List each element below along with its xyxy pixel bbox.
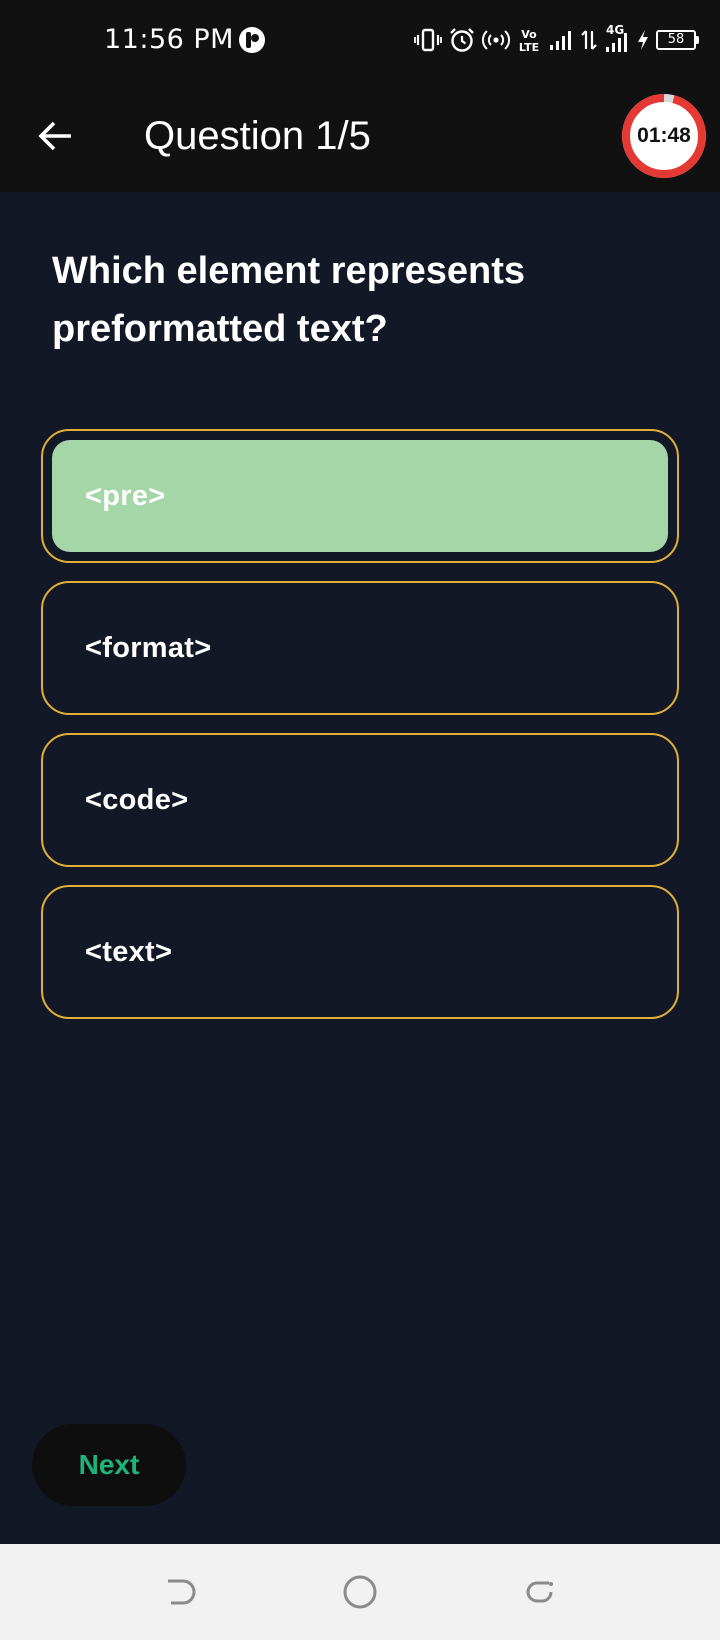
nav-home-button[interactable] <box>332 1564 388 1620</box>
svg-text:LTE: LTE <box>519 41 539 53</box>
answer-option-fill: <text> <box>52 896 668 1008</box>
volte-icon: Vo LTE <box>517 27 541 53</box>
back-button[interactable] <box>30 110 82 162</box>
question-progress-title: Question 1/5 <box>144 114 371 158</box>
answer-option[interactable]: <code> <box>41 733 679 867</box>
answer-option-label: <code> <box>85 783 189 816</box>
app-notification-icon <box>238 26 266 54</box>
nav-back-icon <box>168 1579 196 1605</box>
question-text: Which element represents preformatted te… <box>52 250 526 350</box>
timer-text: 01:48 <box>637 124 691 147</box>
answer-option[interactable]: <format> <box>41 581 679 715</box>
vibrate-icon <box>414 27 442 53</box>
data-transfer-icon <box>581 28 597 52</box>
status-bar: 11:56 PM Vo LTE 4G 58 <box>0 0 720 80</box>
nav-recents-icon <box>526 1581 553 1603</box>
status-time: 11:56 PM <box>104 24 234 55</box>
answer-option[interactable]: <text> <box>41 885 679 1019</box>
charging-icon <box>637 29 649 51</box>
next-button[interactable]: Next <box>32 1424 186 1506</box>
signal-icon-sim1 <box>548 28 574 52</box>
answer-option-fill: <code> <box>52 744 668 856</box>
answer-option-fill: <pre> <box>52 440 668 552</box>
status-icons: Vo LTE 4G 58 <box>414 24 699 56</box>
signal-icon-sim2: 4G <box>604 24 630 54</box>
answer-options: <pre> <format> <code> <text> <box>41 429 679 1037</box>
battery-icon: 58 <box>656 30 699 50</box>
nav-home-icon <box>343 1575 377 1609</box>
answer-option-label: <format> <box>85 631 212 664</box>
svg-text:Vo: Vo <box>521 28 537 41</box>
hotspot-icon <box>482 28 510 52</box>
answer-option[interactable]: <pre> <box>41 429 679 563</box>
alarm-icon <box>449 27 475 53</box>
answer-option-fill: <format> <box>52 592 668 704</box>
answer-option-label: <text> <box>85 935 173 968</box>
app-bar: Question 1/5 01:48 <box>0 80 720 192</box>
answer-option-label: <pre> <box>85 479 166 512</box>
arrow-left-icon <box>38 121 71 151</box>
nav-back-button[interactable] <box>152 1564 208 1620</box>
nav-recents-button[interactable] <box>512 1564 568 1620</box>
system-navigation-bar <box>0 1544 720 1640</box>
countdown-timer: 01:48 <box>620 92 708 180</box>
